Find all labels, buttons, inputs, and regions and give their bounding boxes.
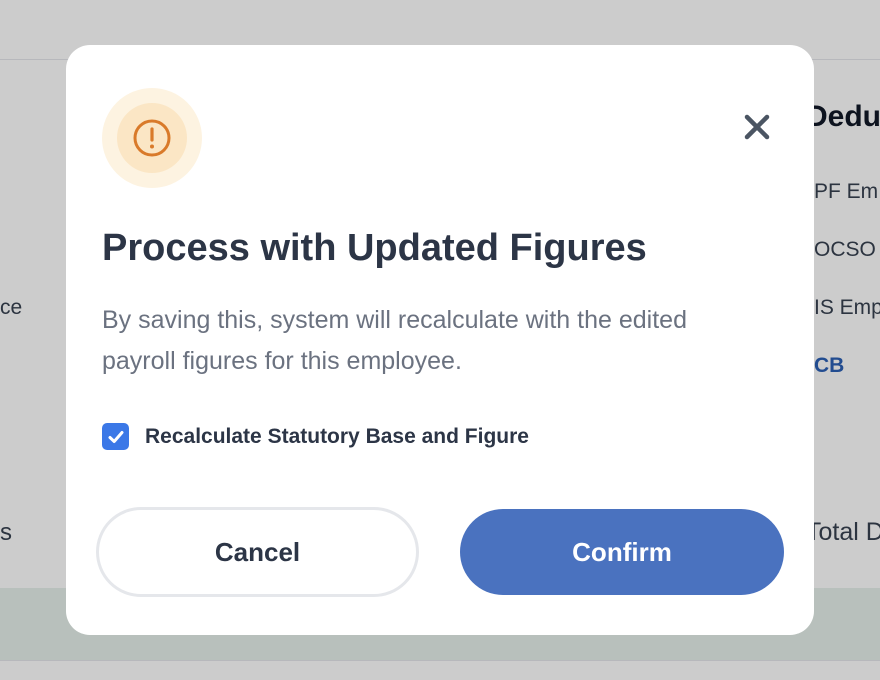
recalculate-checkbox[interactable] bbox=[102, 423, 129, 450]
recalculate-option[interactable]: Recalculate Statutory Base and Figure bbox=[102, 423, 529, 450]
dialog-description: By saving this, system will recalculate … bbox=[102, 306, 687, 375]
confirm-dialog: Process with Updated Figures By saving t… bbox=[66, 45, 814, 635]
confirm-button[interactable]: Confirm bbox=[460, 509, 784, 595]
cancel-button[interactable]: Cancel bbox=[96, 507, 419, 597]
close-icon bbox=[744, 114, 770, 140]
warning-icon-badge bbox=[102, 88, 202, 188]
checkmark-icon bbox=[108, 430, 123, 443]
recalculate-checkbox-label[interactable]: Recalculate Statutory Base and Figure bbox=[145, 425, 529, 449]
close-button[interactable] bbox=[738, 108, 776, 146]
dialog-title: Process with Updated Figures bbox=[102, 227, 647, 269]
exclamation-circle-icon bbox=[133, 119, 171, 157]
